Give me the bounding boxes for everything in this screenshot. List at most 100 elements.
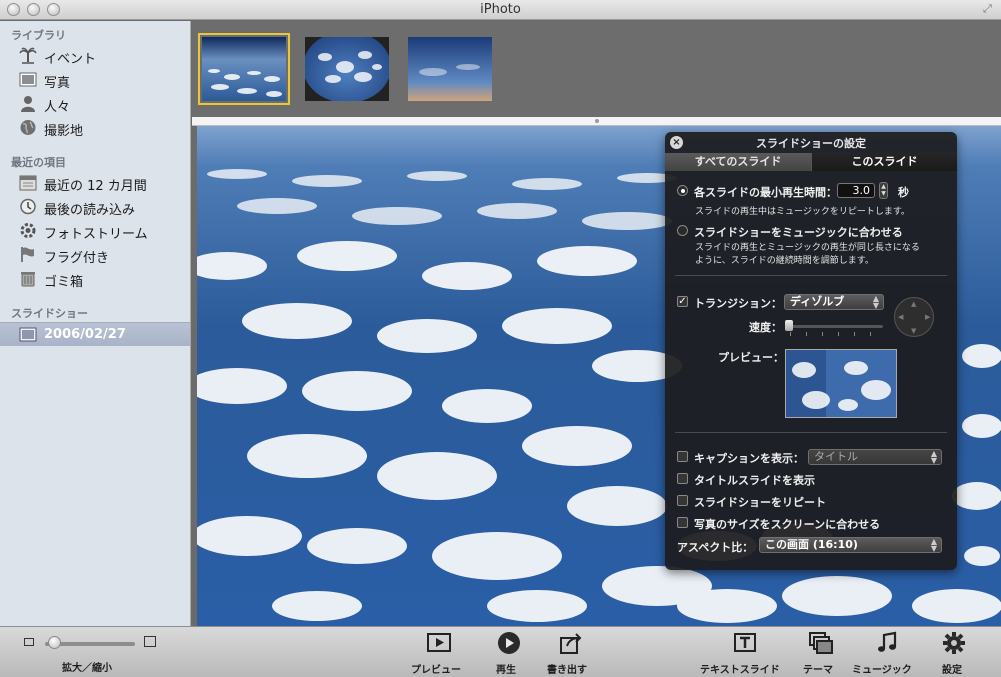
trash-icon <box>21 272 35 287</box>
export-icon <box>560 633 582 654</box>
title-bar: iPhoto ⤢ <box>0 0 1001 20</box>
theme-icon <box>809 632 833 654</box>
bottom-toolbar: 拡大／縮小 プレビュー 再生 書き出す テキストスライド テーマ ミュージック … <box>0 626 1001 677</box>
transition-value: ディゾルブ <box>790 295 845 308</box>
aspect-value: この画面 (16:10) <box>765 538 858 551</box>
clock-icon <box>20 198 36 215</box>
zoom-in-icon[interactable] <box>144 636 156 647</box>
divider <box>675 275 947 276</box>
panel-title: スライドショーの設定 <box>756 137 866 150</box>
aspect-label: アスペクト比： <box>677 541 754 554</box>
export-button[interactable]: 書き出す <box>547 630 593 676</box>
recent-header: 最近の項目 <box>11 156 66 169</box>
transition-label: トランジション： <box>694 297 782 310</box>
popup-arrows-icon: ▲ ▼ <box>930 537 937 553</box>
play-icon <box>498 632 520 654</box>
duration-input[interactable]: 3.0 <box>837 183 875 198</box>
text-slide-button[interactable]: テキストスライド <box>700 630 790 676</box>
preview-label: プレビュー： <box>718 351 784 364</box>
person-icon <box>21 96 35 112</box>
settings-button[interactable]: 設定 <box>940 630 968 676</box>
zoom-label: 拡大／縮小 <box>62 663 112 674</box>
flag-icon <box>21 247 34 262</box>
caption-value: タイトル <box>814 450 858 463</box>
sidebar-item-label: イベント <box>44 52 97 67</box>
transition-popup[interactable]: ディゾルブ ▲ ▼ <box>784 294 884 310</box>
sidebar-item-label: 最後の読み込み <box>44 203 136 218</box>
filmstrip <box>192 21 1001 117</box>
sidebar-item-label: フラグ付き <box>44 251 110 266</box>
title-slide-label: タイトルスライドを表示 <box>694 474 815 487</box>
sidebar-item-label: フォトストリーム <box>44 227 148 242</box>
scale-photos-label: 写真のサイズをスクリーンに合わせる <box>694 518 881 531</box>
fit-music-radio[interactable] <box>677 225 688 236</box>
sidebar-item-label: 写真 <box>44 76 71 91</box>
zoom-slider-knob[interactable] <box>48 636 61 649</box>
speed-label: 速度： <box>749 321 782 334</box>
photo-icon <box>19 72 37 87</box>
preview-icon <box>427 633 451 652</box>
duration-stepper[interactable]: ▲ ▼ <box>879 182 888 199</box>
speed-slider[interactable] <box>787 325 883 328</box>
music-button[interactable]: ミュージック <box>852 630 922 676</box>
repeat-slideshow-label: スライドショーをリピート <box>694 496 826 509</box>
seconds-unit: 秒 <box>898 186 909 199</box>
sidebar-item-photos[interactable]: 写真 <box>0 68 190 92</box>
tab-all-slides[interactable]: すべてのスライド <box>665 153 811 171</box>
min-duration-radio[interactable] <box>677 185 688 196</box>
preview-button[interactable]: プレビュー <box>410 630 468 676</box>
transition-preview <box>785 349 897 418</box>
sidebar-item-trash[interactable]: ゴミ箱 <box>0 267 190 291</box>
fit-music-note-2: ように、スライドの継続時間を調節します。 <box>695 256 874 266</box>
calendar-icon <box>19 175 37 191</box>
slideshow-icon <box>19 327 37 342</box>
fullscreen-icon[interactable]: ⤢ <box>983 3 995 15</box>
divider <box>675 432 947 433</box>
window-title: iPhoto <box>480 2 521 17</box>
sidebar-item-label: 人々 <box>44 100 71 115</box>
slide-thumbnail[interactable] <box>408 37 492 101</box>
slide-thumbnail[interactable] <box>305 37 389 101</box>
slideshow-settings-panel: × スライドショーの設定 すべてのスライド このスライド 各スライドの最小再生時… <box>665 132 957 570</box>
slideshow-header: スライドショー <box>11 307 88 320</box>
sidebar-item-slideshow-2006-02-27[interactable]: 2006/02/27 <box>0 322 190 346</box>
min-duration-label: 各スライドの最小再生時間： <box>694 186 837 199</box>
globe-icon <box>20 120 36 135</box>
tab-this-slide[interactable]: このスライド <box>811 153 957 171</box>
sidebar: ライブラリ イベント 写真 人々 撮影地 最近の項目 最近の 12 カ月間 最後… <box>0 21 191 626</box>
pane-splitter[interactable] <box>192 117 1001 126</box>
sidebar-item-label: 撮影地 <box>44 124 84 139</box>
caption-popup[interactable]: タイトル ▲ ▼ <box>808 449 942 465</box>
library-header: ライブラリ <box>11 29 66 42</box>
text-slide-icon <box>734 633 756 652</box>
slide-thumbnail[interactable] <box>198 33 290 105</box>
sidebar-item-faces[interactable]: 人々 <box>0 92 190 116</box>
transition-checkbox[interactable]: ✓ <box>677 296 688 307</box>
sidebar-item-places[interactable]: 撮影地 <box>0 116 190 140</box>
theme-button[interactable]: テーマ <box>803 630 839 676</box>
play-button[interactable]: 再生 <box>494 630 524 676</box>
popup-arrows-icon: ▲ ▼ <box>872 294 879 310</box>
zoom-out-icon[interactable] <box>24 638 34 646</box>
scale-photos-checkbox[interactable] <box>677 517 688 528</box>
sidebar-item-last-12-months[interactable]: 最近の 12 カ月間 <box>0 171 190 195</box>
fit-music-note-1: スライドの再生とミュージックの再生が同じ長さになる <box>695 243 920 253</box>
music-note-icon <box>878 631 897 652</box>
show-caption-label: キャプションを表示： <box>694 452 804 465</box>
speed-slider-knob[interactable] <box>785 320 793 331</box>
aspect-ratio-popup[interactable]: この画面 (16:10) ▲ ▼ <box>759 537 942 553</box>
sidebar-item-events[interactable]: イベント <box>0 44 190 68</box>
palm-tree-icon <box>19 47 37 64</box>
gear-icon <box>943 632 965 654</box>
show-caption-checkbox[interactable] <box>677 451 688 462</box>
title-slide-checkbox[interactable] <box>677 473 688 484</box>
sidebar-item-label: 最近の 12 カ月間 <box>44 179 147 194</box>
fit-music-label: スライドショーをミュージックに合わせる <box>694 226 903 239</box>
sidebar-item-flagged[interactable]: フラグ付き <box>0 243 190 267</box>
transition-direction-dpad[interactable]: ▲ ▼ ◀ ▶ <box>894 297 934 337</box>
photostream-icon <box>20 223 36 238</box>
sidebar-item-label: ゴミ箱 <box>44 275 84 290</box>
repeat-slideshow-checkbox[interactable] <box>677 495 688 506</box>
sidebar-item-photostream[interactable]: フォトストリーム <box>0 219 190 243</box>
sidebar-item-last-import[interactable]: 最後の読み込み <box>0 195 190 219</box>
